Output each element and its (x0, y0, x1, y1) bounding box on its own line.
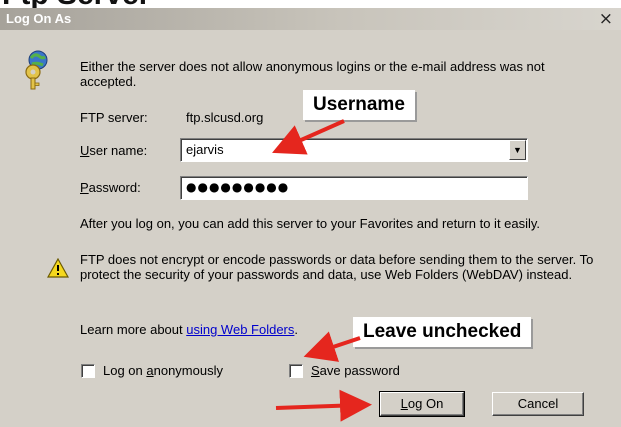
logon-arrow (275, 389, 372, 422)
annotation-arrows (272, 119, 372, 422)
username-arrow (272, 119, 345, 155)
checkbox-arrow (303, 331, 361, 362)
